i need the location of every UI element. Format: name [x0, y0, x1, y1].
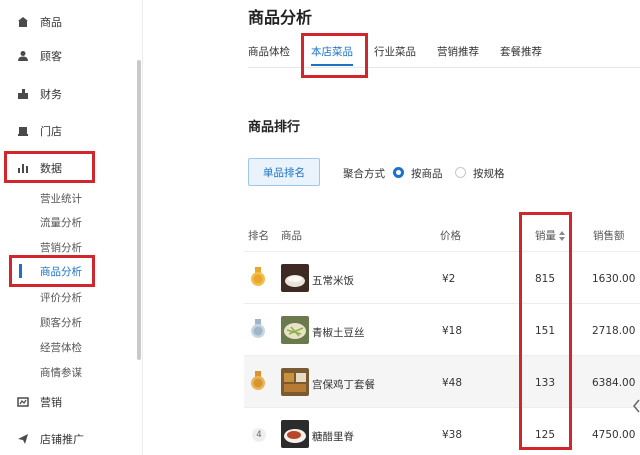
user-icon: [16, 49, 30, 63]
wallet-icon: [16, 87, 30, 101]
aggregation-label: 聚合方式: [343, 168, 385, 180]
section-title: 商品排行: [248, 120, 301, 135]
tab-combo-recommend[interactable]: 套餐推荐: [500, 44, 542, 59]
send-icon: [16, 432, 30, 446]
product-image: [281, 316, 309, 344]
sidebar-item-stores[interactable]: 门店: [0, 118, 130, 144]
radio-by-product-label[interactable]: 按商品: [411, 166, 443, 181]
page-title: 商品分析: [248, 8, 313, 27]
sidebar-item-label: 财务: [40, 88, 62, 101]
sub-item-marketing-analysis[interactable]: 营销分析: [40, 237, 82, 257]
sidebar-item-label: 商品: [40, 16, 62, 29]
tab-product-checkup[interactable]: 商品体检: [248, 44, 290, 59]
revenue: 6384.00: [592, 377, 636, 389]
marketing-icon: [16, 395, 30, 409]
product-name[interactable]: 青椒土豆丝: [312, 325, 365, 340]
sub-item-customer-analysis[interactable]: 顾客分析: [40, 312, 82, 332]
horizontal-scroll-handle[interactable]: [632, 398, 640, 414]
header-rank: 排名: [248, 230, 269, 242]
product-name[interactable]: 糖醋里脊: [312, 429, 354, 444]
store-icon: [16, 124, 30, 138]
sidebar-item-label: 店铺推广: [40, 433, 84, 446]
product-name[interactable]: 宫保鸡丁套餐: [312, 377, 375, 392]
sidebar-item-promotion[interactable]: 店铺推广: [0, 426, 130, 452]
sub-item-traffic-analysis[interactable]: 流量分析: [40, 212, 82, 232]
header-revenue: 销售额: [593, 230, 625, 242]
silver-medal-icon: [251, 319, 265, 338]
annotation-box-product-analysis: [9, 255, 95, 287]
header-product: 商品: [281, 230, 302, 242]
sidebar-item-marketing[interactable]: 营销: [0, 389, 130, 415]
price: ¥38: [442, 429, 463, 441]
single-item-rank-button[interactable]: 单品排名: [248, 158, 320, 186]
revenue: 2718.00: [592, 325, 636, 337]
price: ¥2: [442, 273, 456, 285]
sub-item-business-stats[interactable]: 营业统计: [40, 188, 82, 208]
table-row: 4 糖醋里脊 ¥38 125 4750.00: [244, 407, 640, 455]
annotation-box-data: [4, 151, 95, 183]
sidebar-scrollbar[interactable]: [137, 60, 141, 360]
table-row: 青椒土豆丝 ¥18 151 2718.00: [244, 303, 640, 355]
product-image: [281, 368, 309, 396]
sidebar-item-products[interactable]: 商品: [0, 9, 130, 35]
sidebar-item-label: 顾客: [40, 50, 62, 63]
product-name[interactable]: 五常米饭: [312, 273, 354, 288]
sub-item-review-analysis[interactable]: 评价分析: [40, 287, 82, 307]
tab-industry-dishes[interactable]: 行业菜品: [374, 44, 416, 59]
revenue: 1630.00: [592, 273, 636, 285]
sidebar-item-finance[interactable]: 财务: [0, 81, 130, 107]
radio-by-product[interactable]: [393, 167, 404, 178]
table-row: 五常米饭 ¥2 815 1630.00: [244, 251, 640, 303]
header-price: 价格: [440, 230, 461, 242]
gold-medal-icon: [251, 267, 265, 286]
sidebar: 商品 顾客 财务 门店 数据 营业统计 流量分析 营销分析 商品分析 评价分析 …: [0, 0, 143, 455]
bronze-medal-icon: [251, 371, 265, 390]
annotation-box-sales-column: [519, 212, 572, 450]
table-row: 宫保鸡丁套餐 ¥48 133 6384.00: [244, 355, 640, 407]
rank-number: 4: [252, 428, 266, 442]
sidebar-item-label: 门店: [40, 125, 62, 138]
product-image: [281, 420, 309, 448]
tab-marketing-recommend[interactable]: 营销推荐: [437, 44, 479, 59]
annotation-box-tab: [301, 33, 368, 78]
sub-item-business-checkup[interactable]: 经营体检: [40, 337, 82, 357]
sub-item-market-advisor[interactable]: 商情参谋: [40, 362, 82, 382]
price: ¥18: [442, 325, 463, 337]
radio-by-spec[interactable]: [455, 167, 466, 178]
shop-icon: [16, 15, 30, 29]
price: ¥48: [442, 377, 463, 389]
revenue: 4750.00: [592, 429, 636, 441]
radio-by-spec-label[interactable]: 按规格: [473, 166, 505, 181]
sidebar-item-customers[interactable]: 顾客: [0, 43, 130, 69]
product-image: [281, 264, 309, 292]
sidebar-item-label: 营销: [40, 396, 62, 409]
